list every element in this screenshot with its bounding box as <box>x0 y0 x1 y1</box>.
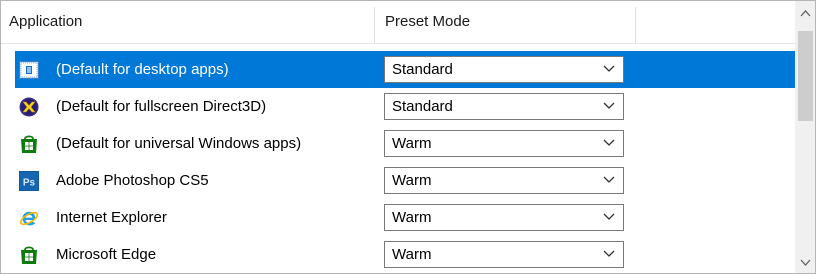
app-name: Adobe Photoshop CS5 <box>56 172 209 189</box>
column-header-preset-mode[interactable]: Preset Mode <box>385 1 470 43</box>
chevron-down-icon <box>603 250 615 257</box>
app-name: Microsoft Edge <box>56 246 157 263</box>
scroll-up-arrow-icon[interactable] <box>800 9 811 17</box>
directx-icon <box>19 97 39 117</box>
dropdown-value: Warm <box>392 209 432 226</box>
list-row[interactable]: Microsoft Edge Warm <box>1 236 797 273</box>
scroll-down-arrow-icon[interactable] <box>800 259 811 267</box>
svg-text:Ps: Ps <box>23 178 36 189</box>
preset-mode-dropdown[interactable]: Warm <box>384 204 624 231</box>
preset-mode-dropdown[interactable]: Standard <box>384 93 624 120</box>
app-name: (Default for universal Windows apps) <box>56 135 302 152</box>
dropdown-value: Warm <box>392 172 432 189</box>
app-name: Internet Explorer <box>56 209 167 226</box>
list-row[interactable]: Ps Adobe Photoshop CS5 Warm <box>1 162 797 199</box>
chevron-down-icon <box>603 139 615 146</box>
photoshop-icon: Ps <box>19 171 39 191</box>
dropdown-value: Standard <box>392 61 453 78</box>
chevron-down-icon <box>603 213 615 220</box>
preset-mode-dropdown[interactable]: Warm <box>384 167 624 194</box>
app-preset-list: Application Preset Mode (Default for des… <box>0 0 816 274</box>
store-app-icon <box>19 245 39 265</box>
chevron-down-icon <box>603 65 615 72</box>
chevron-down-icon <box>603 176 615 183</box>
desktop-app-icon <box>19 60 39 80</box>
dropdown-value: Standard <box>392 98 453 115</box>
list-row[interactable]: (Default for universal Windows apps) War… <box>1 125 797 162</box>
dropdown-value: Warm <box>392 135 432 152</box>
chevron-down-icon <box>603 102 615 109</box>
list-row[interactable]: (Default for fullscreen Direct3D) Standa… <box>1 88 797 125</box>
column-header-application[interactable]: Application <box>9 1 82 43</box>
store-app-icon <box>19 134 39 154</box>
preset-mode-dropdown[interactable]: Standard <box>384 56 624 83</box>
app-name: (Default for fullscreen Direct3D) <box>56 98 267 115</box>
vertical-scrollbar[interactable] <box>795 1 815 273</box>
dropdown-value: Warm <box>392 246 432 263</box>
column-divider[interactable] <box>374 7 375 43</box>
list-row[interactable]: (Default for desktop apps) Standard <box>1 51 797 88</box>
preset-mode-dropdown[interactable]: Warm <box>384 130 624 157</box>
preset-mode-dropdown[interactable]: Warm <box>384 241 624 268</box>
internet-explorer-icon <box>19 208 39 228</box>
column-divider[interactable] <box>635 7 636 43</box>
list-header: Application Preset Mode <box>1 1 797 44</box>
app-name: (Default for desktop apps) <box>56 61 229 78</box>
list-row[interactable]: Internet Explorer Warm <box>1 199 797 236</box>
scrollbar-thumb[interactable] <box>798 31 813 121</box>
